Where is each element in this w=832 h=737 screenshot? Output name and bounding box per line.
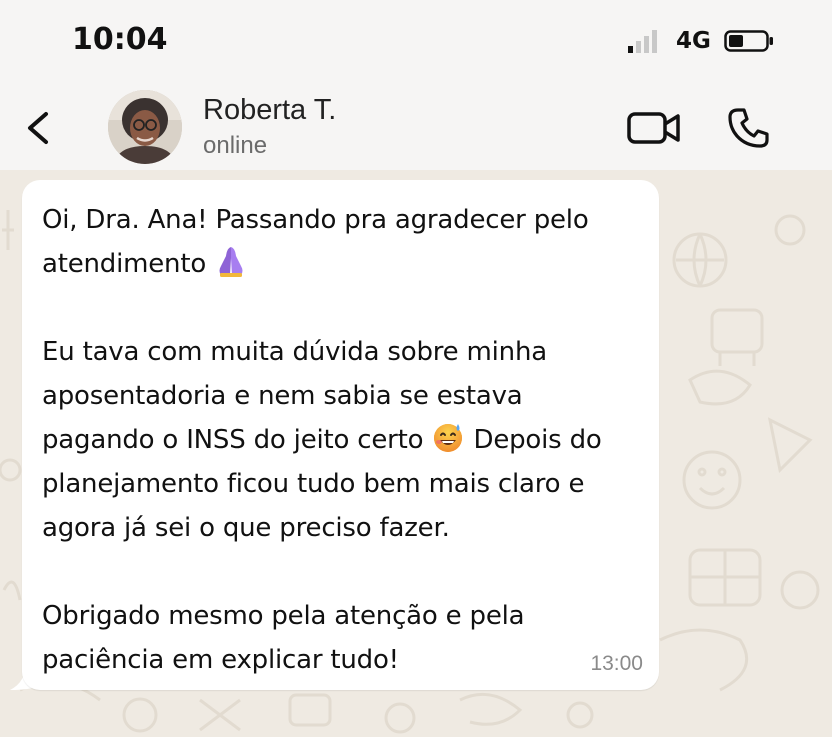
message-paragraph-3: Obrigado mesmo pela atenção e pela paciê… xyxy=(42,594,639,682)
signal-bars-icon xyxy=(628,30,657,53)
battery-icon xyxy=(724,30,773,52)
folded-hands-emoji-icon xyxy=(219,247,243,277)
message-text: Eu tava com muita dúvida sobre minha apo… xyxy=(42,337,547,455)
chat-header: Roberta T. online xyxy=(0,80,832,170)
grinning-sweat-emoji-icon xyxy=(434,424,463,452)
avatar[interactable] xyxy=(108,90,182,164)
video-camera-icon[interactable] xyxy=(626,108,682,148)
chat-area[interactable]: Oi, Dra. Ana! Passando pra agradecer pel… xyxy=(0,170,832,737)
back-chevron-icon[interactable] xyxy=(22,108,54,148)
contact-status: online xyxy=(203,132,268,159)
status-time: 10:04 xyxy=(72,22,168,57)
message-bubble[interactable]: Oi, Dra. Ana! Passando pra agradecer pel… xyxy=(22,180,659,690)
message-timestamp: 13:00 xyxy=(590,652,643,675)
network-type: 4G xyxy=(676,28,711,54)
contact-name[interactable]: Roberta T. xyxy=(203,94,336,127)
message-paragraph-2: Eu tava com muita dúvida sobre minha apo… xyxy=(42,330,639,550)
message-text: Oi, Dra. Ana! Passando pra agradecer pel… xyxy=(42,205,589,279)
message-paragraph-1: Oi, Dra. Ana! Passando pra agradecer pel… xyxy=(42,198,639,286)
avatar-photo xyxy=(108,90,182,164)
phone-icon[interactable] xyxy=(726,106,772,150)
status-bar: 10:04 4G xyxy=(0,0,832,80)
message-text: Obrigado mesmo pela atenção e pela paciê… xyxy=(42,601,525,675)
